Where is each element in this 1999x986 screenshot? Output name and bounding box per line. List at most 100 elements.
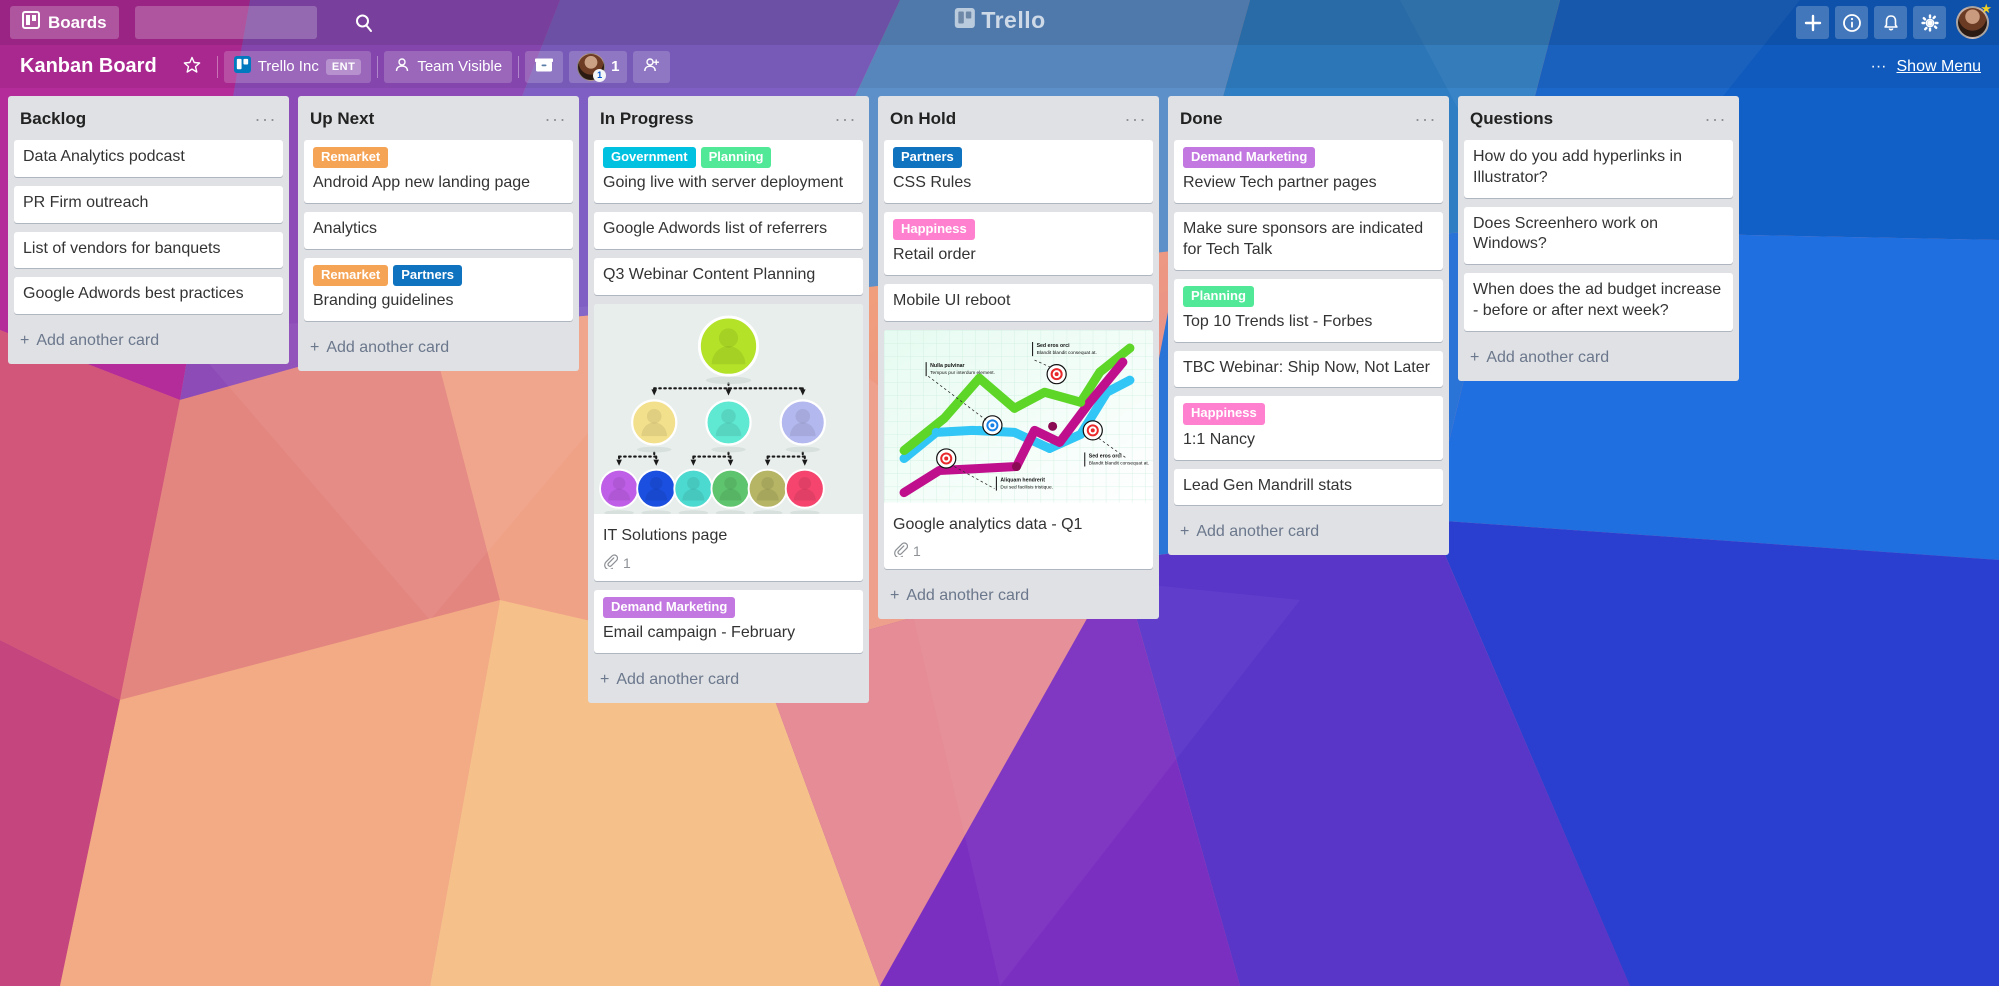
list-title[interactable]: On Hold (890, 109, 1125, 129)
card-title: Lead Gen Mandrill stats (1183, 476, 1352, 494)
label-partners[interactable]: Partners (393, 264, 463, 287)
attachment-count: 1 (913, 543, 921, 560)
card[interactable]: Planning Top 10 Trends list - Forbes (1174, 278, 1443, 342)
member-count: 1 (611, 58, 620, 75)
list-header: Questions ··· (1458, 96, 1739, 140)
archive-button[interactable] (525, 50, 564, 83)
boards-button[interactable]: Boards (10, 6, 119, 39)
add-another-card-button[interactable]: + Add another card (878, 578, 1159, 615)
settings-button[interactable] (1913, 6, 1946, 39)
visibility-button[interactable]: Team Visible (384, 50, 513, 83)
card[interactable]: Mobile UI reboot (884, 284, 1153, 321)
star-icon (183, 56, 201, 78)
plus-icon: + (600, 671, 610, 689)
list-title[interactable]: In Progress (600, 109, 835, 129)
label-happiness[interactable]: Happiness (1183, 403, 1265, 425)
card[interactable]: Happiness 1:1 Nancy (1174, 396, 1443, 460)
label-planning[interactable]: Planning (1183, 285, 1254, 307)
label-remarket[interactable]: Remarket (313, 147, 389, 169)
add-another-card-button[interactable]: + Add another card (1458, 340, 1739, 377)
card-title: Data Analytics podcast (23, 148, 185, 165)
list-menu-icon[interactable]: ··· (1125, 110, 1147, 128)
card[interactable]: Lead Gen Mandrill stats (1174, 468, 1443, 506)
board-members[interactable]: 1 1 (569, 50, 628, 83)
info-button[interactable] (1835, 6, 1868, 39)
card[interactable]: Demand Marketing Email campaign - Februar… (594, 590, 863, 654)
card[interactable]: Happiness Retail order (884, 212, 1153, 276)
card[interactable]: List of vendors for banquets (14, 231, 283, 269)
list-menu-icon[interactable]: ··· (1415, 110, 1437, 128)
label-happiness[interactable]: Happiness (893, 219, 975, 241)
card[interactable]: Government Planning Going live with server… (594, 140, 863, 204)
add-another-card-button[interactable]: + Add another card (588, 662, 869, 699)
search-box[interactable] (134, 6, 372, 39)
list-title[interactable]: Done (1180, 109, 1415, 129)
card[interactable]: Nulla pulvinar Tempus pur interdum eleme… (884, 329, 1153, 570)
search-icon[interactable] (354, 13, 374, 33)
add-button[interactable] (1796, 6, 1829, 39)
add-another-card-button[interactable]: + Add another card (8, 323, 289, 360)
list-in-progress: In Progress ··· Government Planning Going li… (588, 96, 869, 704)
card-cover-line-chart: Nulla pulvinar Tempus pur interdum eleme… (884, 329, 1153, 508)
board-title[interactable]: Kanban Board (10, 51, 167, 83)
list-title[interactable]: Backlog (20, 109, 255, 129)
card-title: TBC Webinar: Ship Now, Not Later (1183, 358, 1430, 376)
card[interactable]: Partners CSS Rules (884, 140, 1153, 204)
label-government[interactable]: Government (603, 147, 696, 169)
user-avatar[interactable]: ★ (1956, 2, 1992, 39)
card-title: Going live with server deployment (603, 174, 844, 192)
member-avatar[interactable]: 1 (577, 52, 607, 82)
card[interactable]: Data Analytics podcast (14, 140, 283, 177)
label-demand-marketing[interactable]: Demand Marketing (603, 597, 736, 619)
svg-text:Blandit blandit consequat at.: Blandit blandit consequat at. (1037, 350, 1097, 356)
card[interactable]: IT Solutions page 1 (594, 303, 863, 582)
list-title[interactable]: Up Next (310, 109, 545, 129)
card[interactable]: Does Screenhero work on Windows? (1464, 206, 1733, 265)
label-demand-marketing[interactable]: Demand Marketing (1183, 147, 1316, 169)
list-menu-icon[interactable]: ··· (545, 110, 567, 128)
svg-text:Dui sed facilisis tristique.: Dui sed facilisis tristique. (1000, 484, 1053, 490)
card-list: How do you add hyperlinks in Illustrator… (1458, 140, 1739, 340)
card-title: Review Tech partner pages (1183, 174, 1377, 192)
add-member-button[interactable] (633, 50, 671, 83)
card[interactable]: Analytics (304, 212, 573, 249)
visibility-label: Team Visible (417, 58, 503, 75)
add-another-card-button[interactable]: + Add another card (1168, 514, 1449, 551)
label-partners[interactable]: Partners (893, 147, 962, 169)
team-button[interactable]: Trello Inc ENT (223, 50, 372, 83)
card[interactable]: Make sure sponsors are indicated for Tec… (1174, 212, 1443, 270)
list-menu-icon[interactable]: ··· (835, 110, 857, 128)
card[interactable]: Demand Marketing Review Tech partner page… (1174, 140, 1443, 204)
search-input[interactable] (134, 6, 354, 39)
add-card-label: Add another card (1196, 523, 1320, 541)
add-another-card-button[interactable]: + Add another card (298, 330, 579, 367)
card[interactable]: Google Adwords list of referrers (594, 212, 863, 249)
add-card-label: Add another card (36, 332, 160, 350)
card[interactable]: How do you add hyperlinks in Illustrator… (1464, 140, 1733, 198)
card[interactable]: Remarket Partners Branding guidelines (304, 257, 573, 321)
label-planning[interactable]: Planning (700, 147, 772, 169)
list-header: In Progress ··· (588, 96, 869, 140)
card[interactable]: Q3 Webinar Content Planning (594, 257, 863, 295)
archive-box-icon (535, 57, 554, 77)
board-grid-icon (233, 56, 251, 77)
card[interactable]: When does the ad budget increase - befor… (1464, 273, 1733, 331)
board-grid-icon (22, 11, 40, 34)
notifications-button[interactable] (1874, 6, 1907, 39)
gear-icon (1920, 13, 1939, 32)
card[interactable]: TBC Webinar: Ship Now, Not Later (1174, 350, 1443, 388)
card[interactable]: PR Firm outreach (14, 185, 283, 223)
card[interactable]: Remarket Android App new landing page (304, 140, 573, 204)
card-title: IT Solutions page (603, 527, 728, 545)
star-board-button[interactable] (173, 51, 211, 83)
label-remarket[interactable]: Remarket (313, 264, 389, 287)
list-title[interactable]: Questions (1470, 109, 1705, 129)
list-menu-icon[interactable]: ··· (255, 110, 277, 128)
trello-logo[interactable]: Trello (953, 7, 1045, 34)
card[interactable]: Google Adwords best practices (14, 277, 283, 315)
list-menu-icon[interactable]: ··· (1705, 110, 1727, 128)
list-header: Done ··· (1168, 96, 1449, 140)
card-title: Google analytics data - Q1 (893, 515, 1083, 533)
card-list: Partners CSS Rules Happiness Retail order Mo… (878, 140, 1159, 578)
show-menu-button[interactable]: ··· Show Menu (1863, 51, 1989, 83)
